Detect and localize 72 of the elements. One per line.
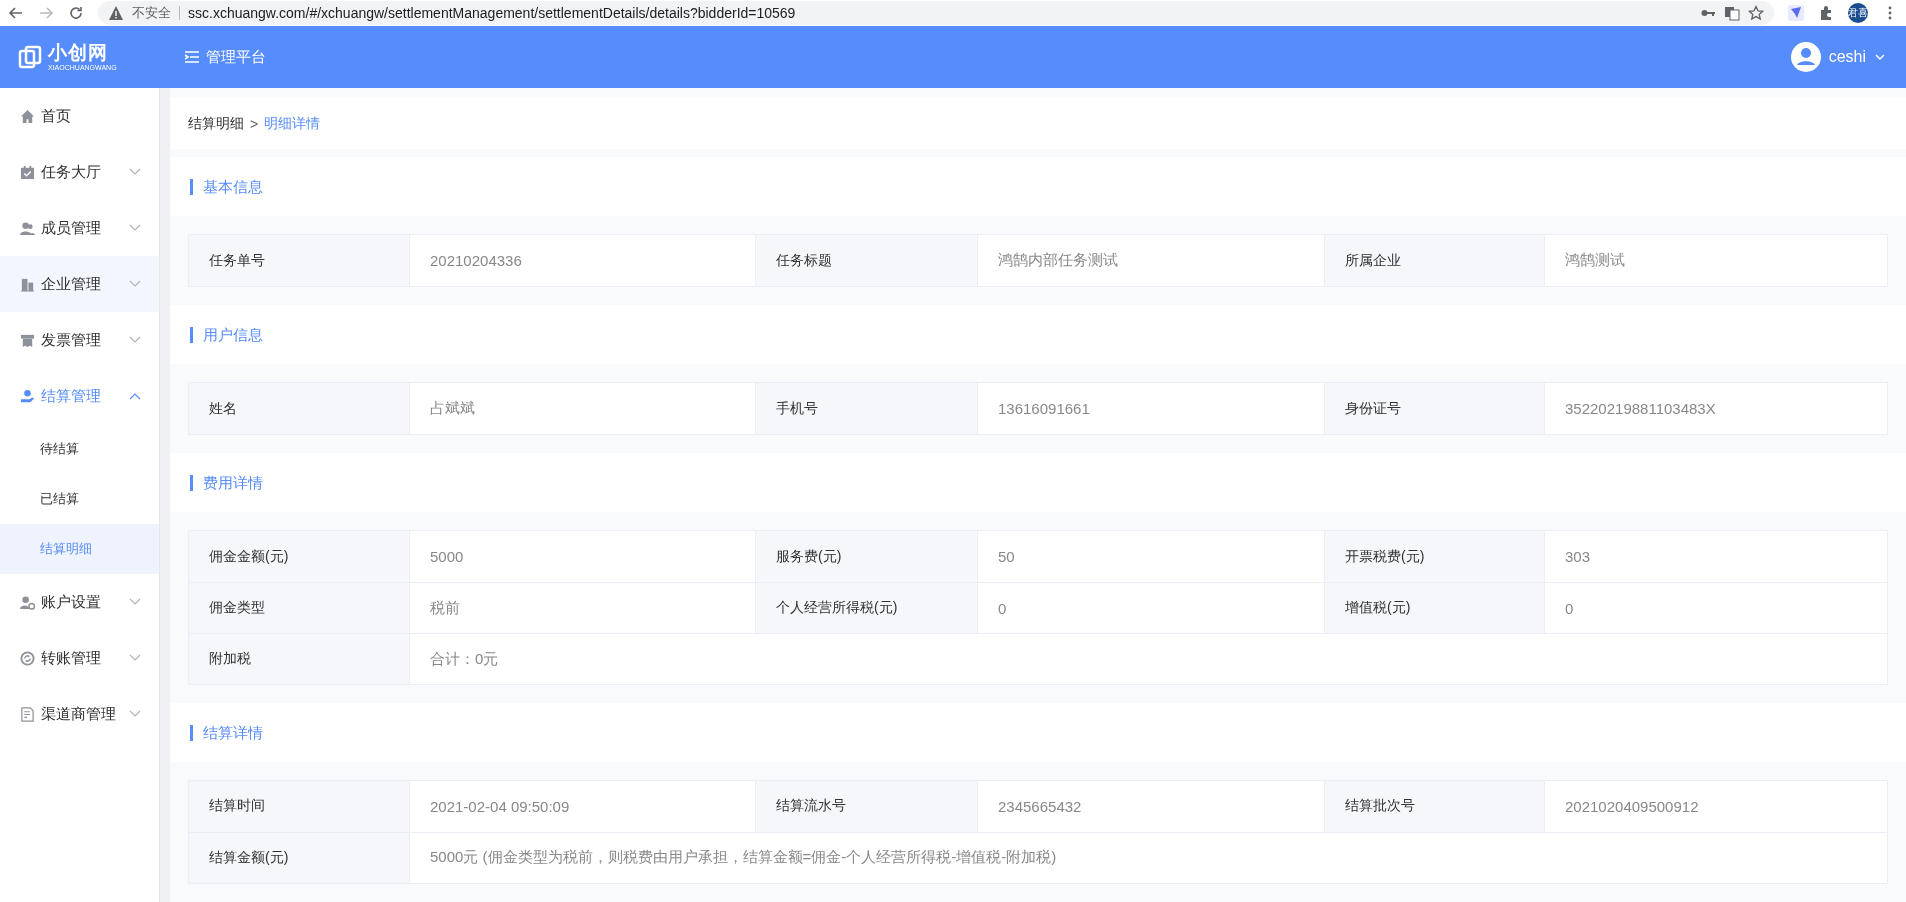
sidebar-item[interactable]: 企业管理 <box>0 256 159 312</box>
caret-down-icon <box>129 168 141 176</box>
section-title: 基本信息 <box>190 178 263 195</box>
transfer-icon <box>20 650 35 666</box>
sidebar-item[interactable]: 账户设置 <box>0 574 159 630</box>
field-label: 开票税费(元) <box>1325 531 1545 582</box>
home-icon <box>20 108 35 124</box>
sidebar-subitem[interactable]: 已结算 <box>0 474 159 524</box>
sidebar-item[interactable]: 首页 <box>0 88 159 144</box>
field-label: 个人经营所得税(元) <box>756 583 978 633</box>
reload-icon[interactable] <box>68 5 84 21</box>
building-icon <box>20 276 35 292</box>
sidebar-item[interactable]: 成员管理 <box>0 200 159 256</box>
sidebar-item[interactable]: 发票管理 <box>0 312 159 368</box>
field-label: 任务标题 <box>756 235 978 287</box>
warning-icon <box>108 5 124 21</box>
caret-down-icon <box>129 280 141 288</box>
field-label: 结算金额(元) <box>189 833 410 883</box>
breadcrumb-link[interactable]: 结算明细 <box>188 114 244 133</box>
user-gear-icon <box>20 594 35 610</box>
security-label: 不安全 <box>132 6 180 20</box>
sidebar-item[interactable]: 转账管理 <box>0 630 159 686</box>
platform-title: 管理平台 <box>206 47 266 67</box>
field-label: 结算流水号 <box>756 781 978 832</box>
breadcrumb-separator: > <box>250 115 259 132</box>
star-icon[interactable] <box>1748 5 1764 21</box>
user-avatar-icon <box>1790 42 1821 72</box>
section-title: 费用详情 <box>190 474 263 491</box>
field-value: 303 <box>1564 547 1592 567</box>
caret-down-icon <box>129 336 141 344</box>
caret-down-icon <box>129 710 141 718</box>
caret-down-icon <box>129 654 141 662</box>
sidebar-subitem[interactable]: 待结算 <box>0 424 159 474</box>
field-label: 结算批次号 <box>1325 781 1545 832</box>
field-value: 鸿鹄测试 <box>1564 250 1626 271</box>
extension-icon[interactable] <box>1788 5 1804 21</box>
address-bar[interactable]: 不安全 ssc.xchuangw.com/#/xchuangw/settlementManagement/settlementDetails/details?bidderId=10569 <box>98 1 1774 25</box>
field-label: 身份证号 <box>1325 383 1545 435</box>
field-label: 佣金金额(元) <box>189 531 410 582</box>
sidebar-item[interactable]: 任务大厅 <box>0 144 159 200</box>
caret-down-icon <box>129 224 141 232</box>
field-label: 佣金类型 <box>189 583 410 633</box>
hand-person-icon <box>20 388 35 404</box>
field-value: 35220219881103483X <box>1564 399 1717 420</box>
field-value: 0 <box>1564 598 1575 619</box>
field-label: 姓名 <box>189 383 410 435</box>
field-label: 附加税 <box>189 634 410 684</box>
receipt-icon <box>20 332 35 348</box>
section-title: 结算详情 <box>190 724 263 741</box>
url-text: ssc.xchuangw.com/#/xchuangw/settlementManagement/settlementDetails/details?bidderId=10569 <box>188 5 796 21</box>
field-label: 结算时间 <box>189 781 410 832</box>
field-label: 服务费(元) <box>756 531 978 582</box>
profile-avatar[interactable]: 君喜 <box>1848 3 1868 23</box>
users-icon <box>20 220 35 236</box>
document-icon <box>20 706 35 722</box>
section-title: 用户信息 <box>190 326 263 343</box>
field-value: 合计：0元 <box>429 648 500 669</box>
field-label: 手机号 <box>756 383 978 435</box>
sidebar-item[interactable]: 渠道商管理 <box>0 686 159 742</box>
logo-icon <box>18 45 42 69</box>
caret-up-icon <box>129 392 141 400</box>
field-value: 2021020409500912 <box>1564 797 1700 817</box>
logo-text: 小创网 <box>48 43 109 62</box>
field-value: 5000元 (佣金类型为税前，则税费由用户承担，结算金额=佣金-个人经营所得税-增值税-附加税) <box>429 847 1058 868</box>
field-label: 所属企业 <box>1325 235 1545 287</box>
caret-down-icon <box>129 598 141 606</box>
back-icon[interactable] <box>8 5 24 21</box>
menu-icon[interactable] <box>184 50 200 64</box>
calendar-icon <box>20 164 35 180</box>
field-label: 任务单号 <box>189 235 410 287</box>
field-label: 增值税(元) <box>1325 583 1545 633</box>
puzzle-icon[interactable] <box>1818 5 1834 21</box>
